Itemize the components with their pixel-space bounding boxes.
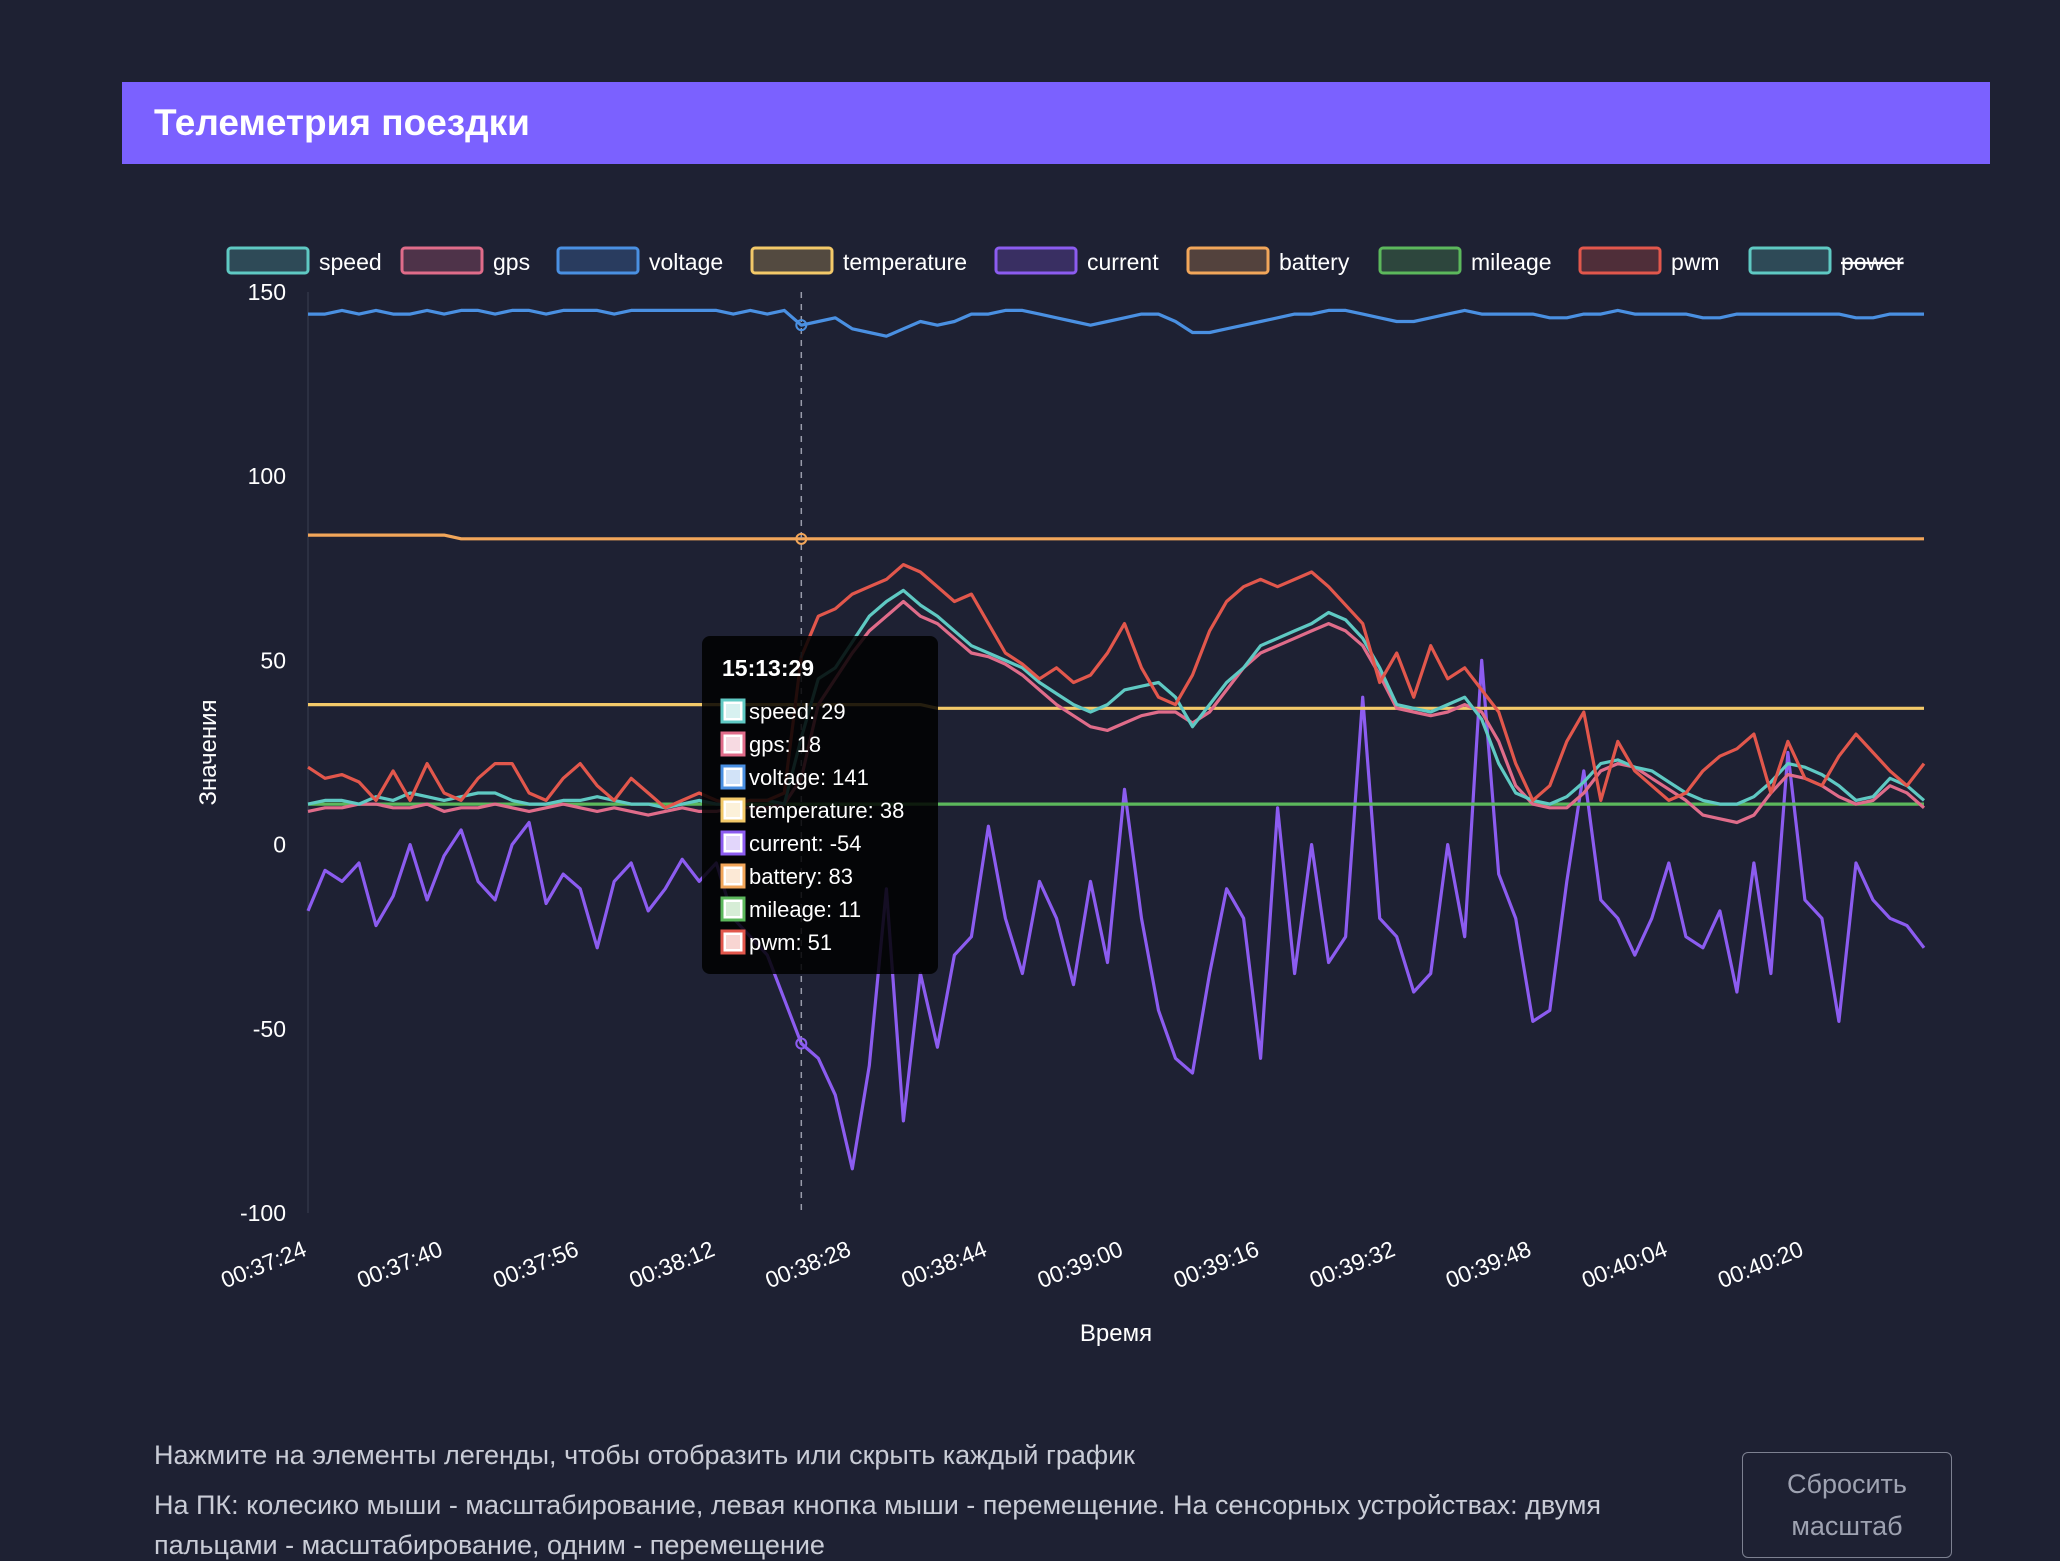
legend-label: temperature (843, 249, 967, 275)
y-tick-label: 50 (260, 647, 286, 673)
tooltip-swatch-fill (726, 902, 740, 916)
legend-label: battery (1279, 249, 1350, 275)
x-tick-label: 00:40:04 (1578, 1235, 1671, 1293)
tooltip-row-gps: gps: 18 (749, 732, 821, 757)
y-tick-label: 150 (248, 279, 286, 305)
legend-item-temperature[interactable]: temperature (750, 246, 967, 275)
tooltip-title: 15:13:29 (722, 655, 814, 681)
legend-label: voltage (649, 249, 723, 275)
legend-label: mileage (1471, 249, 1552, 275)
y-tick-label: -50 (253, 1016, 286, 1042)
legend-swatch (750, 246, 834, 275)
legend-swatch (1378, 246, 1462, 275)
legend-item-battery[interactable]: battery (1186, 246, 1350, 275)
legend-label: speed (319, 249, 382, 275)
legend-label: gps (493, 249, 530, 275)
series-line-pwm (307, 562, 1926, 810)
controls-hint-text: На ПК: колесико мыши - масштабирование, … (154, 1490, 1602, 1520)
x-tick-label: 00:38:28 (761, 1236, 854, 1294)
x-tick-label: 00:39:32 (1306, 1236, 1399, 1294)
y-tick-label: -100 (240, 1200, 286, 1226)
tooltip-swatch-fill (726, 704, 740, 718)
legend-item-speed[interactable]: speed (226, 246, 382, 275)
tooltip-row-battery: battery: 83 (749, 864, 853, 889)
legend-swatch (226, 246, 310, 275)
x-tick-label: 00:38:12 (625, 1236, 718, 1294)
tooltip-swatch-fill (726, 935, 740, 949)
x-tick-label: 00:39:48 (1442, 1236, 1535, 1294)
tooltip-row-mileage: mileage: 11 (749, 897, 861, 922)
y-tick-label: 100 (248, 463, 286, 489)
tooltip-row-temperature: temperature: 38 (749, 798, 904, 823)
legend-swatch (556, 246, 640, 275)
legend-item-voltage[interactable]: voltage (556, 246, 723, 275)
legend-swatch (1578, 246, 1662, 275)
x-tick-label: 00:37:40 (353, 1236, 446, 1294)
x-tick-label: 00:39:00 (1034, 1236, 1127, 1294)
reset-zoom-button[interactable]: Сбросить масштаб (1742, 1452, 1952, 1558)
tooltip-swatch-fill (726, 869, 740, 883)
series-line-speed (307, 588, 1926, 810)
series-line-current (306, 658, 1926, 1171)
legend-item-gps[interactable]: gps (400, 246, 530, 275)
x-tick-label: 00:39:16 (1170, 1236, 1263, 1294)
tooltip-row-speed: speed: 29 (749, 699, 846, 724)
x-tick-label: 00:37:56 (489, 1236, 582, 1294)
tooltip-swatch-fill (726, 836, 740, 850)
tooltip-row-pwm: pwm: 51 (749, 930, 832, 955)
tooltip-row-current: current: -54 (749, 831, 862, 856)
tooltip-swatch-fill (726, 803, 740, 817)
tooltip-swatch-fill (726, 737, 740, 751)
legend-item-power[interactable]: power (1748, 246, 1904, 275)
legend-label: current (1087, 249, 1159, 275)
y-axis-title: Значения (195, 699, 222, 805)
legend-label: power (1841, 249, 1904, 275)
series-line-temperature (308, 702, 1924, 710)
legend-swatch (400, 246, 484, 275)
legend-swatch (1186, 246, 1270, 275)
legend-label: pwm (1671, 249, 1720, 275)
tooltip-row-voltage: voltage: 141 (749, 765, 869, 790)
x-tick-label: 00:40:20 (1714, 1236, 1807, 1294)
series-line-battery (308, 533, 1924, 541)
tooltip-swatch-fill (726, 770, 740, 784)
telemetry-chart[interactable]: 150 100 50 0 -50 -100 00:37:24 00:37:40 00:37:56… (0, 0, 2060, 1420)
x-tick-label: 00:37:24 (217, 1235, 310, 1293)
series-line-voltage (308, 308, 1924, 338)
legend-swatch (994, 246, 1078, 275)
legend-item-current[interactable]: current (994, 246, 1159, 275)
legend-item-pwm[interactable]: pwm (1578, 246, 1720, 275)
x-tick-label: 00:38:44 (898, 1235, 991, 1293)
legend-hint-text: Нажмите на элементы легенды, чтобы отобр… (154, 1440, 1135, 1470)
legend-swatch (1748, 246, 1832, 275)
legend-item-mileage[interactable]: mileage (1378, 246, 1552, 275)
y-tick-label: 0 (273, 832, 286, 858)
controls-hint-text-cont: пальцами - масштабирование, одним - пере… (154, 1530, 825, 1560)
x-axis-title: Время (1080, 1320, 1152, 1347)
